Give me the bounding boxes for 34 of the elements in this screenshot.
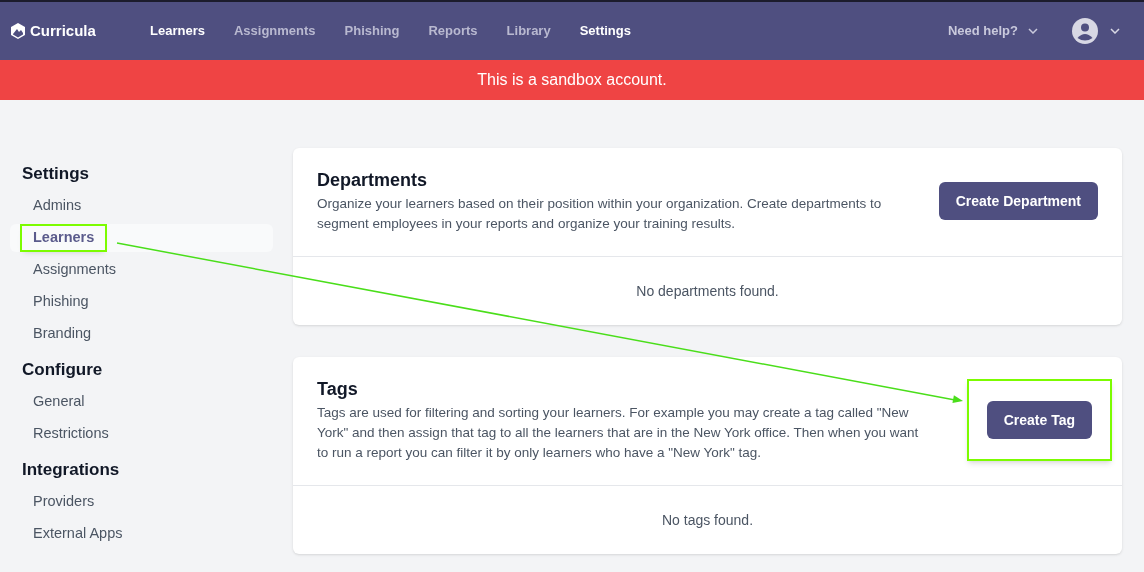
chevron-down-icon [1028, 28, 1038, 34]
card-title: Departments [317, 169, 429, 192]
nav-link[interactable]: Assignments [231, 21, 318, 41]
card-description: Organize your learners based on their position within your organization. Create departments to segment employees in your reports and organize your training results. [317, 195, 883, 233]
nav-link[interactable]: Library [504, 21, 553, 41]
sidebar-heading: Integrations [21, 459, 121, 482]
sidebar-item[interactable]: External Apps [22, 522, 134, 546]
banner-text: This is a sandbox account. [477, 70, 667, 90]
sidebar-item[interactable]: Assignments [22, 258, 127, 282]
help-menu[interactable]: Need help? [947, 21, 1038, 41]
sidebar-heading: Settings [21, 163, 91, 186]
sidebar-heading: Configure [21, 359, 104, 382]
sidebar-item[interactable]: General [22, 390, 96, 414]
nav-link[interactable]: Phishing [342, 21, 402, 41]
nav-link[interactable]: Reports [426, 21, 480, 41]
sidebar-item[interactable]: Phishing [22, 290, 100, 314]
avatar-icon [1072, 18, 1098, 44]
sidebar-item[interactable]: Branding [22, 322, 103, 346]
nav-link[interactable]: Learners [148, 21, 207, 41]
sidebar-item[interactable]: Admins [22, 194, 93, 218]
sidebar-item[interactable]: Providers [22, 490, 106, 514]
card-title: Tags [317, 378, 359, 401]
account-menu[interactable] [1072, 18, 1120, 44]
empty-message: No departments found. [636, 281, 779, 301]
empty-message: No tags found. [661, 510, 754, 530]
sidebar-item[interactable]: Restrictions [22, 422, 120, 446]
create-button[interactable]: Create Department [938, 182, 1098, 220]
chevron-down-icon [1110, 28, 1120, 34]
logo-icon [10, 22, 26, 40]
create-button[interactable]: Create Tag [986, 401, 1092, 439]
nav-link[interactable]: Settings [577, 21, 633, 41]
brand-name: Curricula [30, 20, 96, 41]
card-description: Tags are used for filtering and sorting your learners. For example you may create a tag called "New York" and then assign that tag to all the learners that are in the New York office. Then when you want to run a report you can filter it by only learners who have a "New York" tag. [317, 404, 920, 462]
sidebar-item[interactable]: Learners [22, 226, 106, 250]
